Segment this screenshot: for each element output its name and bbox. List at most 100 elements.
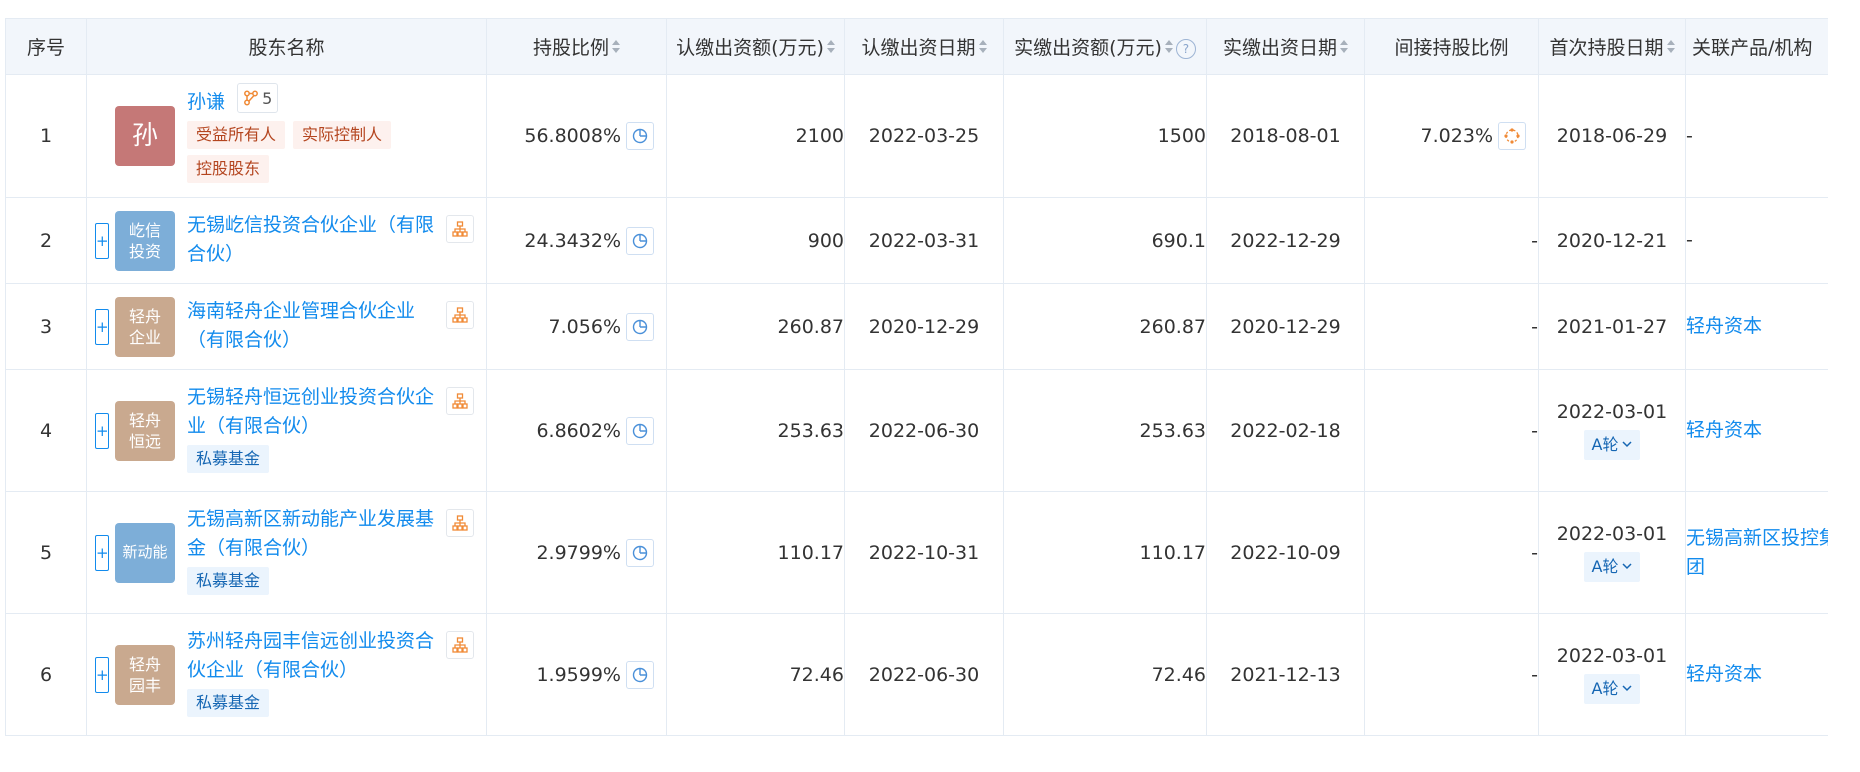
first-date-cell: 2022-03-01 A轮: [1538, 613, 1686, 736]
sort-icon[interactable]: [612, 39, 620, 55]
equity-structure-icon[interactable]: [446, 630, 474, 659]
indirect-ratio-value: -: [1364, 283, 1539, 370]
header-subscribed-date[interactable]: 认缴出资日期: [844, 18, 1004, 75]
shareholder-name-link[interactable]: 苏州轻舟园丰信远创业投资合伙企业（有限合伙）: [187, 630, 434, 681]
shareholder-cell: + 屹信 投资 无锡屹信投资合伙企业（有限合伙）: [86, 197, 487, 284]
avatar[interactable]: 新动能: [115, 522, 175, 583]
pie-chart-icon[interactable]: [626, 416, 654, 445]
expand-button[interactable]: +: [95, 222, 109, 259]
shareholder-cell: + 轻舟 企业 海南轻舟企业管理合伙企业（有限合伙）: [86, 283, 487, 370]
chevron-down-icon: [1622, 441, 1632, 448]
first-date: 2022-03-01: [1556, 401, 1668, 423]
expand-button[interactable]: +: [95, 534, 109, 571]
header-indirect-ratio: 间接持股比例: [1364, 18, 1539, 75]
subscribed-date: 2022-03-31: [844, 197, 1004, 284]
equity-structure-icon[interactable]: [446, 300, 474, 329]
ratio-value: 2.9799%: [536, 541, 621, 564]
table-row: 2 + 屹信 投资 无锡屹信投资合伙企业（有限合伙） 24.3432% 900 …: [5, 197, 1828, 284]
relation-count: 5: [262, 88, 273, 108]
subscribed-date: 2022-06-30: [844, 613, 1004, 736]
shareholder-name-link[interactable]: 无锡轻舟恒远创业投资合伙企业（有限合伙）: [187, 386, 434, 437]
avatar[interactable]: 孙: [115, 106, 175, 166]
round-label: A轮: [1591, 435, 1619, 454]
ratio-value: 24.3432%: [524, 229, 621, 252]
tag-private-fund[interactable]: 私募基金: [187, 688, 270, 717]
round-dropdown[interactable]: A轮: [1583, 552, 1641, 582]
equity-structure-icon[interactable]: [446, 214, 474, 243]
ratio-value: 56.8008%: [524, 125, 621, 147]
header-subscribed-amount[interactable]: 认缴出资额(万元): [666, 18, 845, 75]
paid-amount: 260.87: [1003, 283, 1207, 370]
equity-structure-icon[interactable]: [446, 508, 474, 537]
sort-icon[interactable]: [1340, 39, 1348, 55]
sort-icon[interactable]: [1666, 39, 1675, 55]
shareholder-name-link[interactable]: 孙谦: [187, 91, 225, 113]
paid-date: 2018-08-01: [1206, 74, 1365, 198]
penetration-icon[interactable]: [1498, 122, 1526, 150]
indirect-ratio-value: -: [1364, 197, 1539, 284]
chevron-down-icon: [1622, 563, 1632, 570]
avatar[interactable]: 轻舟 企业: [115, 296, 175, 357]
avatar[interactable]: 轻舟 恒远: [115, 400, 175, 461]
round-dropdown[interactable]: A轮: [1583, 430, 1641, 460]
header-paid-date[interactable]: 实缴出资日期: [1206, 18, 1365, 75]
avatar[interactable]: 屹信 投资: [115, 210, 175, 271]
ratio-value: 1.9599%: [536, 663, 621, 686]
indirect-ratio-value: -: [1364, 613, 1539, 736]
tag-controlling-shareholder[interactable]: 控股股东: [187, 155, 270, 183]
tag-private-fund[interactable]: 私募基金: [187, 566, 270, 595]
first-date-cell: 2022-03-01 A轮: [1538, 491, 1686, 614]
relation-badge[interactable]: 5: [237, 83, 279, 113]
expand-button[interactable]: +: [95, 412, 109, 449]
shareholder-name-link[interactable]: 海南轻舟企业管理合伙企业（有限合伙）: [187, 300, 415, 351]
pie-chart-icon[interactable]: [626, 226, 654, 255]
related-product-link[interactable]: 轻舟资本: [1685, 613, 1828, 736]
indirect-ratio-value: 7.023%: [1420, 125, 1493, 147]
shareholder-table: 序号 股东名称 持股比例 认缴出资额(万元) 认缴出资日期 实缴出资额(万元)?…: [5, 18, 1828, 736]
first-date-cell: 2022-03-01 A轮: [1538, 369, 1686, 492]
subscribed-amount: 900: [666, 197, 845, 284]
related-product-link[interactable]: 无锡高新区投控集团: [1685, 491, 1828, 614]
sort-icon[interactable]: [978, 39, 987, 55]
expand-button[interactable]: +: [95, 656, 109, 693]
round-dropdown[interactable]: A轮: [1583, 674, 1641, 704]
help-icon[interactable]: ?: [1175, 39, 1196, 59]
subscribed-date: 2022-06-30: [844, 369, 1004, 492]
pie-chart-icon[interactable]: [626, 122, 654, 150]
shareholder-cell: 孙 孙谦 5 受益所有人 实际控制人 控股股东: [86, 74, 487, 198]
pie-chart-icon[interactable]: [626, 312, 654, 341]
pie-chart-icon[interactable]: [626, 538, 654, 567]
related-product-link[interactable]: 轻舟资本: [1685, 369, 1828, 492]
tag-private-fund[interactable]: 私募基金: [187, 444, 270, 473]
table-row: 6 + 轻舟 园丰 苏州轻舟园丰信远创业投资合伙企业（有限合伙） 私募基金 1.…: [5, 613, 1828, 736]
subscribed-amount: 72.46: [666, 613, 845, 736]
row-index: 2: [5, 197, 87, 284]
pie-chart-icon[interactable]: [626, 660, 654, 689]
row-index: 6: [5, 613, 87, 736]
header-first-date[interactable]: 首次持股日期: [1538, 18, 1686, 75]
shareholder-table-container: 序号 股东名称 持股比例 认缴出资额(万元) 认缴出资日期 实缴出资额(万元)?…: [5, 18, 1828, 744]
equity-structure-icon[interactable]: [446, 386, 474, 415]
shareholder-name-link[interactable]: 无锡屹信投资合伙企业（有限合伙）: [187, 214, 434, 265]
tag-actual-controller[interactable]: 实际控制人: [293, 121, 392, 149]
subscribed-amount: 253.63: [666, 369, 845, 492]
tag-beneficial-owner[interactable]: 受益所有人: [187, 121, 286, 149]
paid-amount: 1500: [1003, 74, 1207, 198]
avatar[interactable]: 轻舟 园丰: [115, 644, 175, 705]
paid-amount: 110.17: [1003, 491, 1207, 614]
table-header-row: 序号 股东名称 持股比例 认缴出资额(万元) 认缴出资日期 实缴出资额(万元)?…: [5, 18, 1828, 75]
sort-icon[interactable]: [826, 39, 835, 55]
relation-graph-icon: [244, 90, 259, 106]
subscribed-amount: 260.87: [666, 283, 845, 370]
row-index: 3: [5, 283, 87, 370]
expand-button[interactable]: +: [95, 308, 109, 345]
header-paid-amount[interactable]: 实缴出资额(万元)?: [1003, 18, 1207, 75]
shareholder-name-link[interactable]: 无锡高新区新动能产业发展基金（有限合伙）: [187, 508, 434, 559]
sort-icon[interactable]: [1164, 39, 1173, 55]
shareholder-cell: + 轻舟 园丰 苏州轻舟园丰信远创业投资合伙企业（有限合伙） 私募基金: [86, 613, 487, 736]
table-row: 4 + 轻舟 恒远 无锡轻舟恒远创业投资合伙企业（有限合伙） 私募基金 6.86…: [5, 369, 1828, 492]
subscribed-amount: 110.17: [666, 491, 845, 614]
table-row: 3 + 轻舟 企业 海南轻舟企业管理合伙企业（有限合伙） 7.056% 260.…: [5, 283, 1828, 370]
related-product-link[interactable]: 轻舟资本: [1685, 283, 1828, 370]
header-ratio[interactable]: 持股比例: [486, 18, 667, 75]
